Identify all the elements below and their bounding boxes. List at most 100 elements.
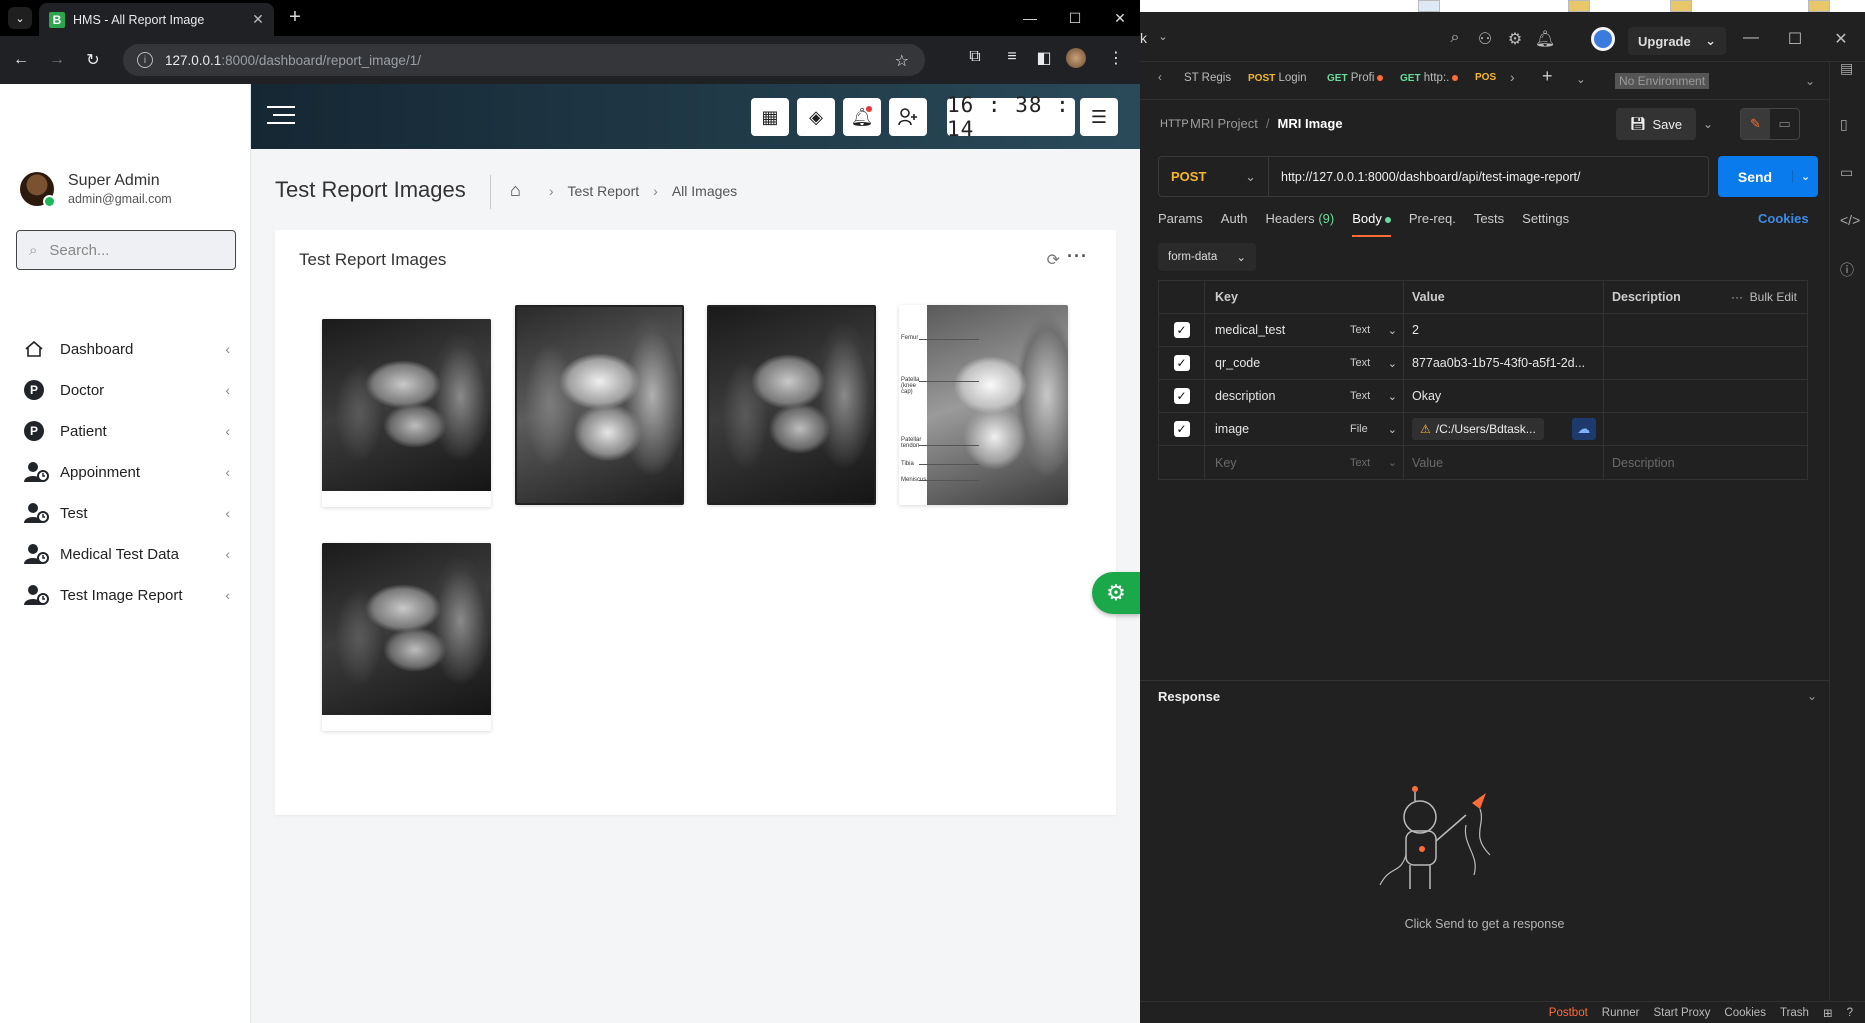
- sidebar-item-appoinment[interactable]: Appoinment ‹: [24, 457, 230, 487]
- request-tab[interactable]: POS: [1475, 72, 1496, 83]
- site-info-icon[interactable]: i: [137, 52, 153, 68]
- environment-select[interactable]: No Environment ⌄: [1615, 69, 1815, 93]
- close-tab-icon[interactable]: ✕: [248, 11, 268, 28]
- avatar[interactable]: [1591, 27, 1615, 51]
- report-image-thumb[interactable]: [707, 305, 876, 505]
- tab-tests[interactable]: Tests: [1474, 211, 1504, 237]
- code-icon[interactable]: </>: [1840, 212, 1860, 228]
- chevron-down-icon[interactable]: ⌄: [1792, 170, 1818, 183]
- row-type-select[interactable]: Text ⌄: [1342, 446, 1404, 479]
- new-key-input[interactable]: Key: [1205, 446, 1342, 479]
- row-value[interactable]: Okay: [1404, 380, 1604, 412]
- row-type-select[interactable]: Text ⌄: [1342, 314, 1404, 346]
- new-value-input[interactable]: Value: [1404, 446, 1604, 479]
- trash-button[interactable]: Trash: [1780, 1007, 1809, 1019]
- cookies-link[interactable]: Cookies: [1758, 211, 1809, 226]
- info-icon[interactable]: ⓘ: [1840, 260, 1854, 280]
- report-image-thumb[interactable]: [515, 305, 684, 505]
- row-checkbox[interactable]: ✓: [1173, 322, 1190, 338]
- help-icon[interactable]: ?: [1847, 1007, 1853, 1019]
- tabs-overflow-icon[interactable]: ⌄: [1576, 72, 1586, 86]
- new-tab-button[interactable]: +: [283, 6, 307, 28]
- row-type-select[interactable]: File ⌄: [1342, 413, 1404, 445]
- minimize-button[interactable]: —: [1015, 6, 1045, 30]
- row-description[interactable]: [1604, 413, 1807, 445]
- row-type-select[interactable]: Text ⌄: [1342, 380, 1404, 412]
- tab-params[interactable]: Params: [1158, 211, 1203, 237]
- request-tab[interactable]: POST Login: [1248, 72, 1307, 84]
- tab-auth[interactable]: Auth: [1221, 211, 1248, 237]
- bell-icon[interactable]: 🔔︎: [1534, 29, 1556, 49]
- report-image-thumb[interactable]: [322, 319, 491, 507]
- forward-button[interactable]: →: [42, 45, 72, 75]
- send-button[interactable]: Send ⌄: [1718, 156, 1818, 197]
- environment-quicklook-icon[interactable]: ▤: [1840, 60, 1853, 77]
- row-value[interactable]: 877aa0b3-1b75-43f0-a5f1-2d...: [1404, 347, 1604, 379]
- sidebar-item-dashboard[interactable]: Dashboard ‹: [24, 334, 230, 364]
- row-key[interactable]: image: [1205, 413, 1342, 445]
- save-button[interactable]: 💾︎ Save: [1616, 108, 1696, 140]
- sidebar-item-patient[interactable]: P Patient ‹: [24, 416, 230, 446]
- new-description-input[interactable]: Description: [1604, 446, 1807, 479]
- method-select[interactable]: POST ⌄: [1159, 157, 1269, 196]
- notification-bell-button[interactable]: 🔔︎: [843, 98, 881, 136]
- search-icon[interactable]: ⌕: [1444, 29, 1466, 47]
- comments-icon[interactable]: ▭: [1840, 164, 1853, 181]
- tab-settings[interactable]: Settings: [1522, 211, 1569, 237]
- url-input[interactable]: http://127.0.0.1:8000/dashboard/api/test…: [1269, 170, 1581, 184]
- new-request-tab-button[interactable]: +: [1542, 66, 1553, 87]
- breadcrumb-item-test-report[interactable]: Test Report: [568, 183, 640, 199]
- maximize-button[interactable]: ☐: [1060, 6, 1090, 30]
- minimize-button[interactable]: —: [1740, 29, 1762, 47]
- layout-icon[interactable]: ⊞: [1823, 1006, 1833, 1020]
- upload-cloud-icon[interactable]: ☁: [1571, 418, 1596, 440]
- postbot-button[interactable]: Postbot: [1549, 1007, 1588, 1019]
- tab-body[interactable]: Body: [1352, 211, 1391, 237]
- sidebar-item-test[interactable]: Test ‹: [24, 498, 230, 528]
- more-options-icon[interactable]: ···: [1067, 246, 1088, 267]
- profile-avatar[interactable]: [1064, 48, 1088, 73]
- sidebar-search-input[interactable]: ⌕ Search...: [16, 230, 236, 270]
- row-checkbox[interactable]: ✓: [1173, 421, 1190, 437]
- workspace-title-fragment[interactable]: k: [1140, 30, 1147, 46]
- request-tab[interactable]: ST Regis: [1184, 72, 1231, 84]
- maximize-button[interactable]: ☐: [1784, 29, 1806, 49]
- settings-gear-button[interactable]: ⚙: [1092, 572, 1140, 614]
- browser-tab-active[interactable]: B HMS - All Report Image ✕: [39, 3, 274, 36]
- runner-button[interactable]: Runner: [1602, 1007, 1640, 1019]
- menu-toggle-icon[interactable]: [267, 106, 295, 130]
- close-window-button[interactable]: ✕: [1105, 6, 1135, 30]
- diamond-nav-button[interactable]: ◈: [797, 98, 835, 136]
- bookmark-star-icon[interactable]: ☆: [895, 51, 909, 71]
- row-description[interactable]: [1604, 380, 1807, 412]
- tab-search-button[interactable]: ⌄: [8, 7, 32, 29]
- breadcrumb-request[interactable]: MRI Image: [1278, 116, 1343, 131]
- grid-apps-button[interactable]: ▦: [751, 98, 789, 136]
- media-control-icon[interactable]: ≡: [1000, 48, 1024, 66]
- row-description[interactable]: [1604, 314, 1807, 346]
- report-image-thumb[interactable]: Femur Patella (knee cap) Patellar tendon…: [899, 305, 1068, 505]
- layout-toggle-button[interactable]: ☰: [1080, 98, 1118, 136]
- gear-icon[interactable]: ⚙: [1504, 29, 1526, 49]
- row-key[interactable]: medical_test: [1205, 314, 1342, 346]
- documentation-icon[interactable]: ▯: [1840, 116, 1848, 133]
- chevron-down-icon[interactable]: ⌄: [1152, 30, 1174, 43]
- pencil-icon[interactable]: ✎: [1741, 109, 1770, 139]
- back-button[interactable]: ←: [6, 45, 36, 75]
- add-user-button[interactable]: [889, 98, 927, 136]
- bulk-edit-button[interactable]: ··· Bulk Edit: [1731, 290, 1797, 304]
- tabs-scroll-left-icon[interactable]: ‹: [1158, 72, 1162, 84]
- sidebar-item-medical-test-data[interactable]: Medical Test Data ‹: [24, 539, 230, 569]
- close-window-button[interactable]: ✕: [1830, 29, 1852, 49]
- row-checkbox[interactable]: ✓: [1173, 355, 1190, 371]
- file-chip[interactable]: ⚠ /C:/Users/Bdtask...: [1412, 418, 1544, 440]
- tab-prerequest[interactable]: Pre-req.: [1409, 211, 1456, 237]
- sidebar-item-test-image-report[interactable]: Test Image Report ‹: [24, 580, 230, 610]
- chevron-down-icon[interactable]: ⌄: [1807, 689, 1817, 703]
- cookies-button[interactable]: Cookies: [1724, 1007, 1766, 1019]
- address-bar[interactable]: i 127.0.0.1:8000/dashboard/report_image/…: [123, 44, 925, 76]
- report-image-thumb[interactable]: [322, 543, 491, 731]
- save-options-chevron-icon[interactable]: ⌄: [1698, 108, 1718, 140]
- comment-icon[interactable]: ▭: [1770, 109, 1799, 139]
- invite-user-icon[interactable]: ⚇: [1474, 29, 1496, 49]
